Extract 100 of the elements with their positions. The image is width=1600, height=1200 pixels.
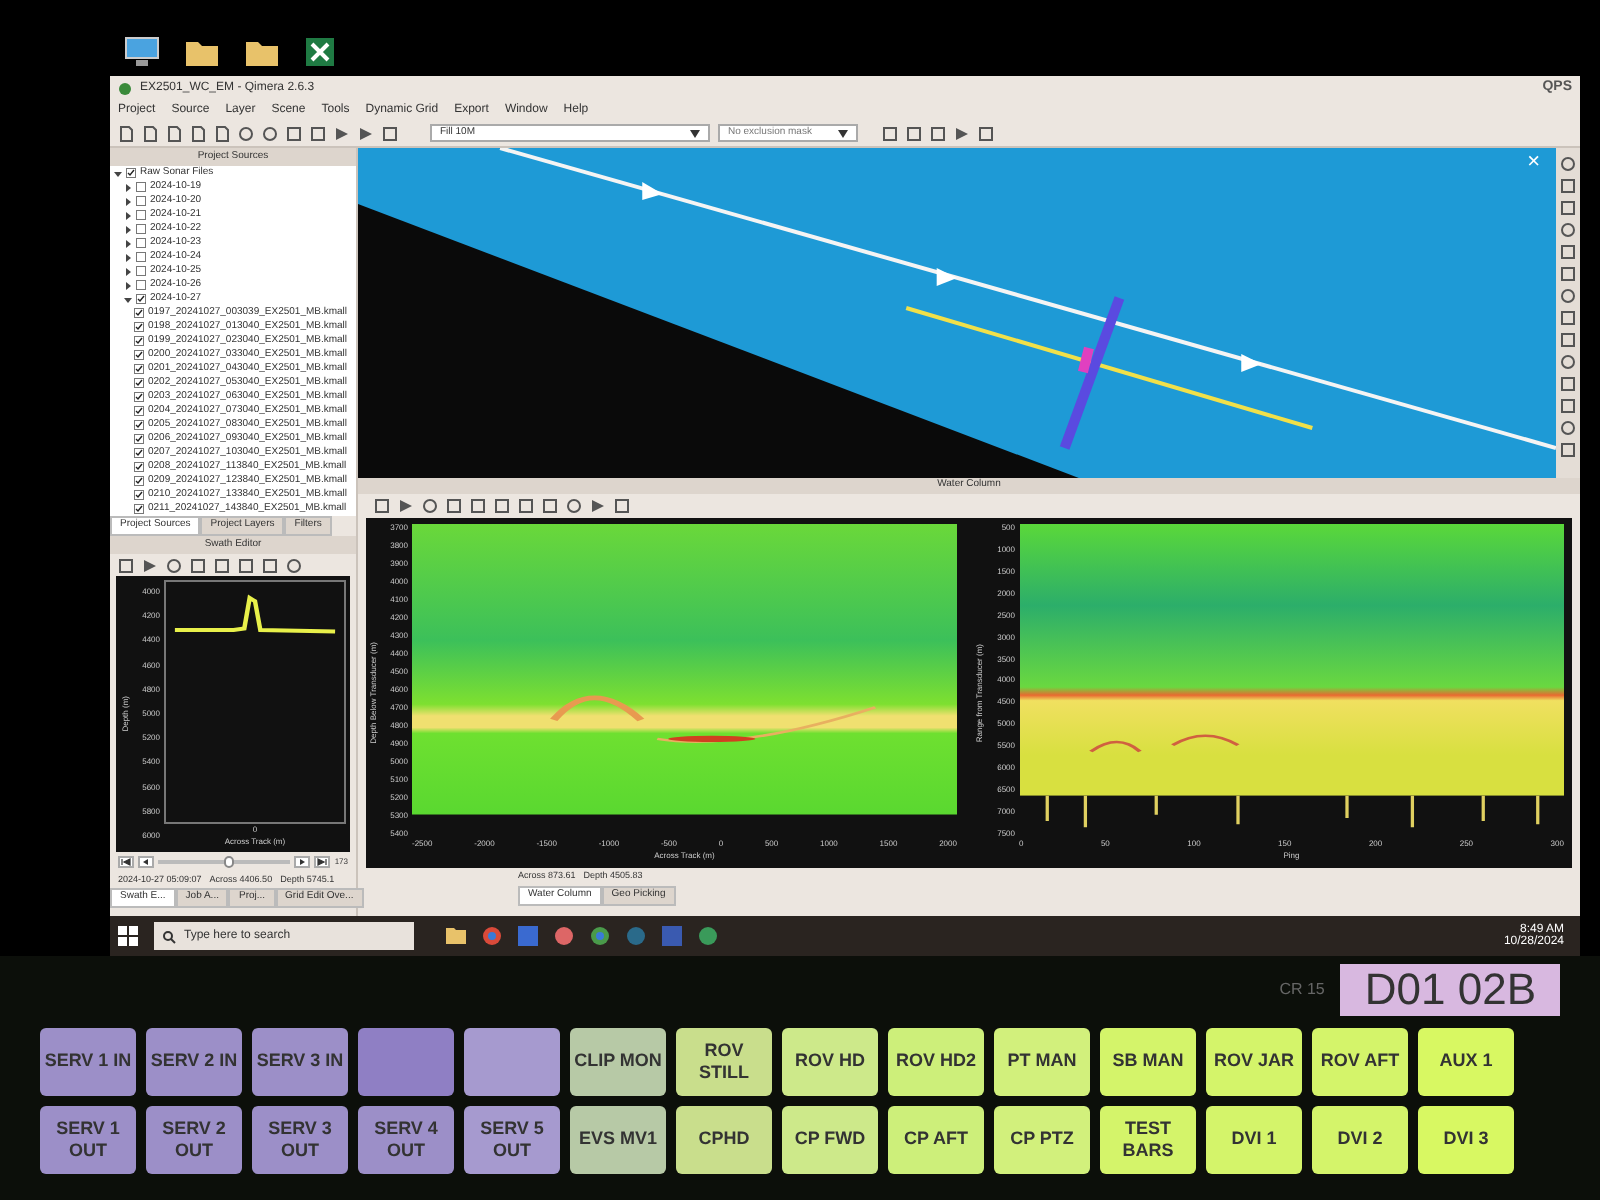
pointer-icon[interactable] [398,498,414,514]
checkbox[interactable] [134,434,144,444]
circle-icon[interactable] [262,125,278,141]
square-icon[interactable] [1560,244,1576,260]
circle-icon[interactable] [286,557,302,573]
router-button[interactable]: CPHD [676,1106,772,1174]
square-icon[interactable] [1560,266,1576,282]
browser-icon[interactable] [590,926,610,946]
square-icon[interactable] [1560,376,1576,392]
square-icon[interactable] [1560,178,1576,194]
router-button[interactable]: SERV 2 IN [146,1028,242,1096]
router-button[interactable]: SERV 2 OUT [146,1106,242,1174]
circle-icon[interactable] [238,125,254,141]
checkbox[interactable] [136,224,146,234]
checkbox[interactable] [136,280,146,290]
expander-icon[interactable] [124,281,132,289]
expander-icon[interactable] [124,267,132,275]
square-icon[interactable] [238,557,254,573]
router-button[interactable]: ROV JAR [1206,1028,1302,1096]
square-icon[interactable] [446,498,462,514]
checkbox[interactable] [134,476,144,486]
router-button[interactable]: EVS MV1 [570,1106,666,1174]
windows-start-icon[interactable] [118,926,138,946]
previous-button[interactable] [138,856,154,868]
expander-icon[interactable] [124,225,132,233]
square-icon[interactable] [542,498,558,514]
pointer-icon[interactable] [590,498,606,514]
square-icon[interactable] [906,125,922,141]
square-icon[interactable] [882,125,898,141]
checkbox[interactable] [134,392,144,402]
checkbox[interactable] [136,210,146,220]
app-icon[interactable] [626,926,646,946]
checkbox[interactable] [134,336,144,346]
checkbox[interactable] [134,420,144,430]
expander-icon[interactable] [124,239,132,247]
square-icon[interactable] [1560,398,1576,414]
square-icon[interactable] [1560,442,1576,458]
checkbox[interactable] [134,448,144,458]
router-button[interactable]: SERV 4 OUT [358,1106,454,1174]
router-button[interactable]: ROV STILL [676,1028,772,1096]
expander-icon[interactable] [124,211,132,219]
folder-icon[interactable] [184,36,220,68]
checkbox[interactable] [134,406,144,416]
router-button[interactable]: SERV 1 IN [40,1028,136,1096]
checkbox[interactable] [134,308,144,318]
pointer-icon[interactable] [142,557,158,573]
square-icon[interactable] [518,498,534,514]
folder-icon[interactable] [244,36,280,68]
square-icon[interactable] [118,557,134,573]
checkbox[interactable] [134,504,144,514]
router-button[interactable]: CP PTZ [994,1106,1090,1174]
square-icon[interactable] [978,125,994,141]
app-icon[interactable] [698,926,718,946]
router-button[interactable]: DVI 3 [1418,1106,1514,1174]
square-icon[interactable] [382,125,398,141]
router-button[interactable]: CP FWD [782,1106,878,1174]
expander-icon[interactable] [124,295,132,303]
router-button[interactable]: SB MAN [1100,1028,1196,1096]
router-button[interactable]: ROV AFT [1312,1028,1408,1096]
checkbox[interactable] [134,462,144,472]
circle-icon[interactable] [1560,354,1576,370]
square-icon[interactable] [310,125,326,141]
circle-icon[interactable] [166,557,182,573]
checkbox[interactable] [136,182,146,192]
square-icon[interactable] [494,498,510,514]
router-button[interactable]: SERV 5 OUT [464,1106,560,1174]
checkbox[interactable] [134,490,144,500]
browser-icon[interactable] [482,926,502,946]
router-button[interactable]: CLIP MON [570,1028,666,1096]
arrow-icon[interactable] [954,125,970,141]
circle-icon[interactable] [1560,288,1576,304]
checkbox[interactable] [136,238,146,248]
square-icon[interactable] [1560,310,1576,326]
router-button[interactable]: SERV 3 IN [252,1028,348,1096]
checkbox[interactable] [134,322,144,332]
expander-icon[interactable] [124,183,132,191]
circle-icon[interactable] [422,498,438,514]
checkbox[interactable] [136,196,146,206]
circle-icon[interactable] [566,498,582,514]
next-button[interactable] [294,856,311,868]
slider-thumb[interactable] [224,856,235,868]
square-icon[interactable] [374,498,390,514]
circle-icon[interactable] [1560,156,1576,172]
square-icon[interactable] [262,557,278,573]
square-icon[interactable] [930,125,946,141]
spreadsheet-icon[interactable] [304,36,336,68]
checkbox[interactable] [134,364,144,374]
folder-icon[interactable] [446,926,466,944]
square-icon[interactable] [214,557,230,573]
router-button[interactable]: SERV 3 OUT [252,1106,348,1174]
expander-icon[interactable] [124,253,132,261]
square-icon[interactable] [190,557,206,573]
checkbox[interactable] [136,266,146,276]
expander-icon[interactable] [124,197,132,205]
router-button[interactable]: DVI 2 [1312,1106,1408,1174]
checkbox[interactable] [136,252,146,262]
router-button[interactable]: CP AFT [888,1106,984,1174]
checkbox[interactable] [136,294,146,304]
square-icon[interactable] [1560,200,1576,216]
router-button[interactable]: TEST BARS [1100,1106,1196,1174]
